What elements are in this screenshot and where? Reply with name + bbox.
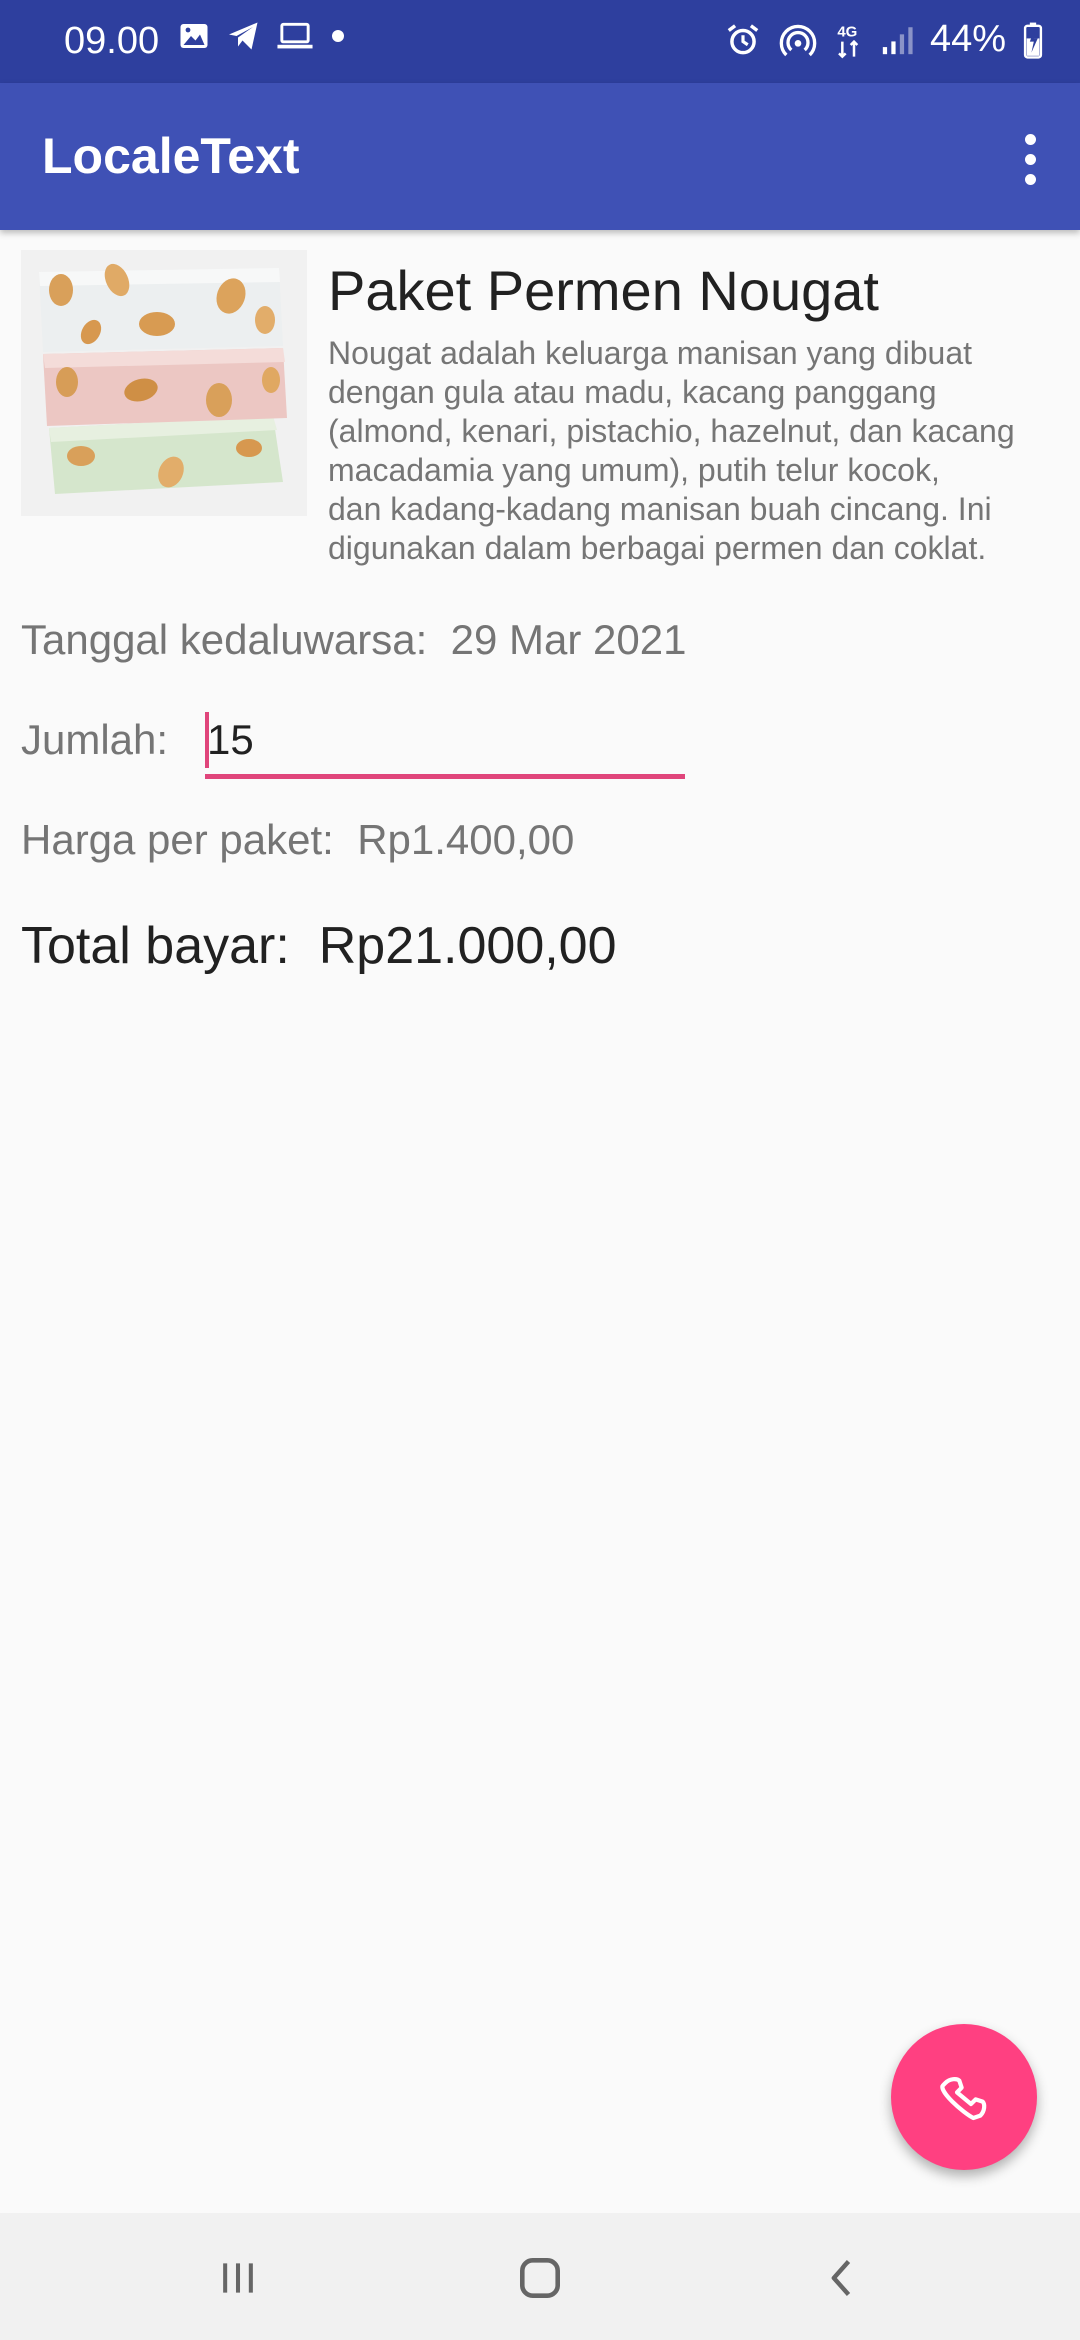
quantity-label: Jumlah: [21,716,169,763]
quantity-value: 15 [207,716,254,763]
laptop-icon [277,22,313,49]
battery-percent: 44% [929,18,1006,60]
app-bar: LocaleText [0,83,1080,230]
product-description: Nougat adalah keluarga manisan yang dibu… [328,335,1015,566]
more-vert-icon[interactable] [1006,123,1054,195]
network-4g-icon: 4G [837,23,859,58]
status-time: 09.00 [64,20,160,62]
recent-apps-icon[interactable] [203,2243,273,2313]
product-title: Paket Permen Nougat [328,259,879,322]
price-value: Rp1.400,00 [357,816,575,863]
dot-icon [332,30,344,42]
price-label: Harga per paket: [21,816,334,863]
image-icon [180,24,208,48]
total-row: Total bayar: Rp21.000,00 [21,916,617,976]
battery-charging-icon [1023,22,1043,59]
back-icon[interactable] [808,2243,878,2313]
phone-icon [940,2077,987,2121]
app-title: LocaleText [42,128,300,184]
svg-text:4G: 4G [837,23,857,40]
hotspot-icon [779,24,817,56]
expiry-value: 29 Mar 2021 [450,616,687,663]
home-icon[interactable] [505,2243,575,2313]
alarm-icon [727,23,759,54]
telegram-icon [229,22,258,50]
nougat-candy-image [21,250,307,516]
total-label: Total bayar: [21,917,290,975]
expiry-row: Tanggal kedaluwarsa: 29 Mar 2021 [21,616,686,664]
call-fab-button[interactable] [891,2024,1037,2170]
total-value: Rp21.000,00 [318,917,617,975]
status-bar: 09.00 4G 44% [0,0,1080,83]
expiry-label: Tanggal kedaluwarsa: [21,616,428,663]
system-nav-bar [0,2213,1080,2340]
signal-icon [882,26,913,54]
quantity-input[interactable]: 15 [205,708,685,779]
price-row: Harga per paket: Rp1.400,00 [21,816,574,864]
